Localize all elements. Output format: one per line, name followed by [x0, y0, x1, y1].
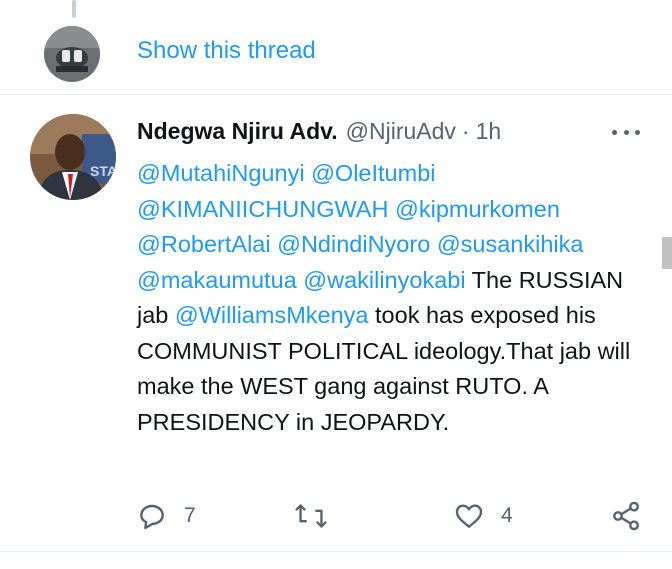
- mention-link[interactable]: @NdindiNyoro: [277, 231, 430, 257]
- avatar-image: [44, 26, 100, 82]
- mention-link[interactable]: @MutahiNgunyi: [137, 160, 305, 186]
- heart-icon: [455, 504, 483, 528]
- reply-count: 7: [184, 504, 196, 527]
- mention-link[interactable]: @KIMANIICHUNGWAH: [137, 196, 388, 222]
- retweet-button[interactable]: [294, 496, 344, 536]
- share-button[interactable]: [610, 496, 642, 536]
- like-button[interactable]: 4: [453, 496, 513, 536]
- more-options-icon[interactable]: [612, 119, 640, 145]
- mention-link[interactable]: @makaumutua: [137, 267, 297, 293]
- author-display-name[interactable]: Ndegwa Njiru Adv.: [137, 118, 338, 145]
- tweet-header: Ndegwa Njiru Adv. @NjiruAdv · 1h: [137, 116, 501, 146]
- author-avatar[interactable]: STAR: [30, 114, 116, 200]
- mention-link[interactable]: @RobertAlai: [137, 231, 271, 257]
- mention-link[interactable]: @wakilinyokabi: [303, 267, 465, 293]
- thread-connector-line: [72, 0, 76, 18]
- show-thread-link[interactable]: Show this thread: [137, 37, 316, 65]
- scrollbar-thumb[interactable]: [662, 237, 672, 269]
- svg-text:STAR: STAR: [90, 163, 116, 179]
- header-separator: ·: [461, 117, 470, 144]
- tweet-timestamp[interactable]: 1h: [476, 118, 502, 145]
- previous-tweet-avatar[interactable]: [44, 26, 100, 82]
- reply-button[interactable]: 7: [136, 496, 196, 536]
- tweet-actions: 7 4: [0, 496, 672, 536]
- mention-link[interactable]: @OleItumbi: [311, 160, 435, 186]
- retweet-icon: [295, 504, 327, 528]
- reply-icon: [140, 504, 164, 530]
- author-handle[interactable]: @NjiruAdv: [346, 118, 456, 145]
- like-count: 4: [501, 504, 513, 527]
- mention-link[interactable]: @kipmurkomen: [395, 196, 560, 222]
- tweet-divider: [0, 551, 672, 552]
- mention-link[interactable]: @WilliamsMkenya: [175, 302, 369, 328]
- share-icon: [613, 501, 639, 531]
- tweet-divider: [0, 94, 672, 95]
- tweet-text: @MutahiNgunyi @OleItumbi @KIMANIICHUNGWA…: [137, 156, 657, 440]
- mention-link[interactable]: @susankihika: [437, 231, 584, 257]
- avatar-image: STAR: [30, 114, 116, 200]
